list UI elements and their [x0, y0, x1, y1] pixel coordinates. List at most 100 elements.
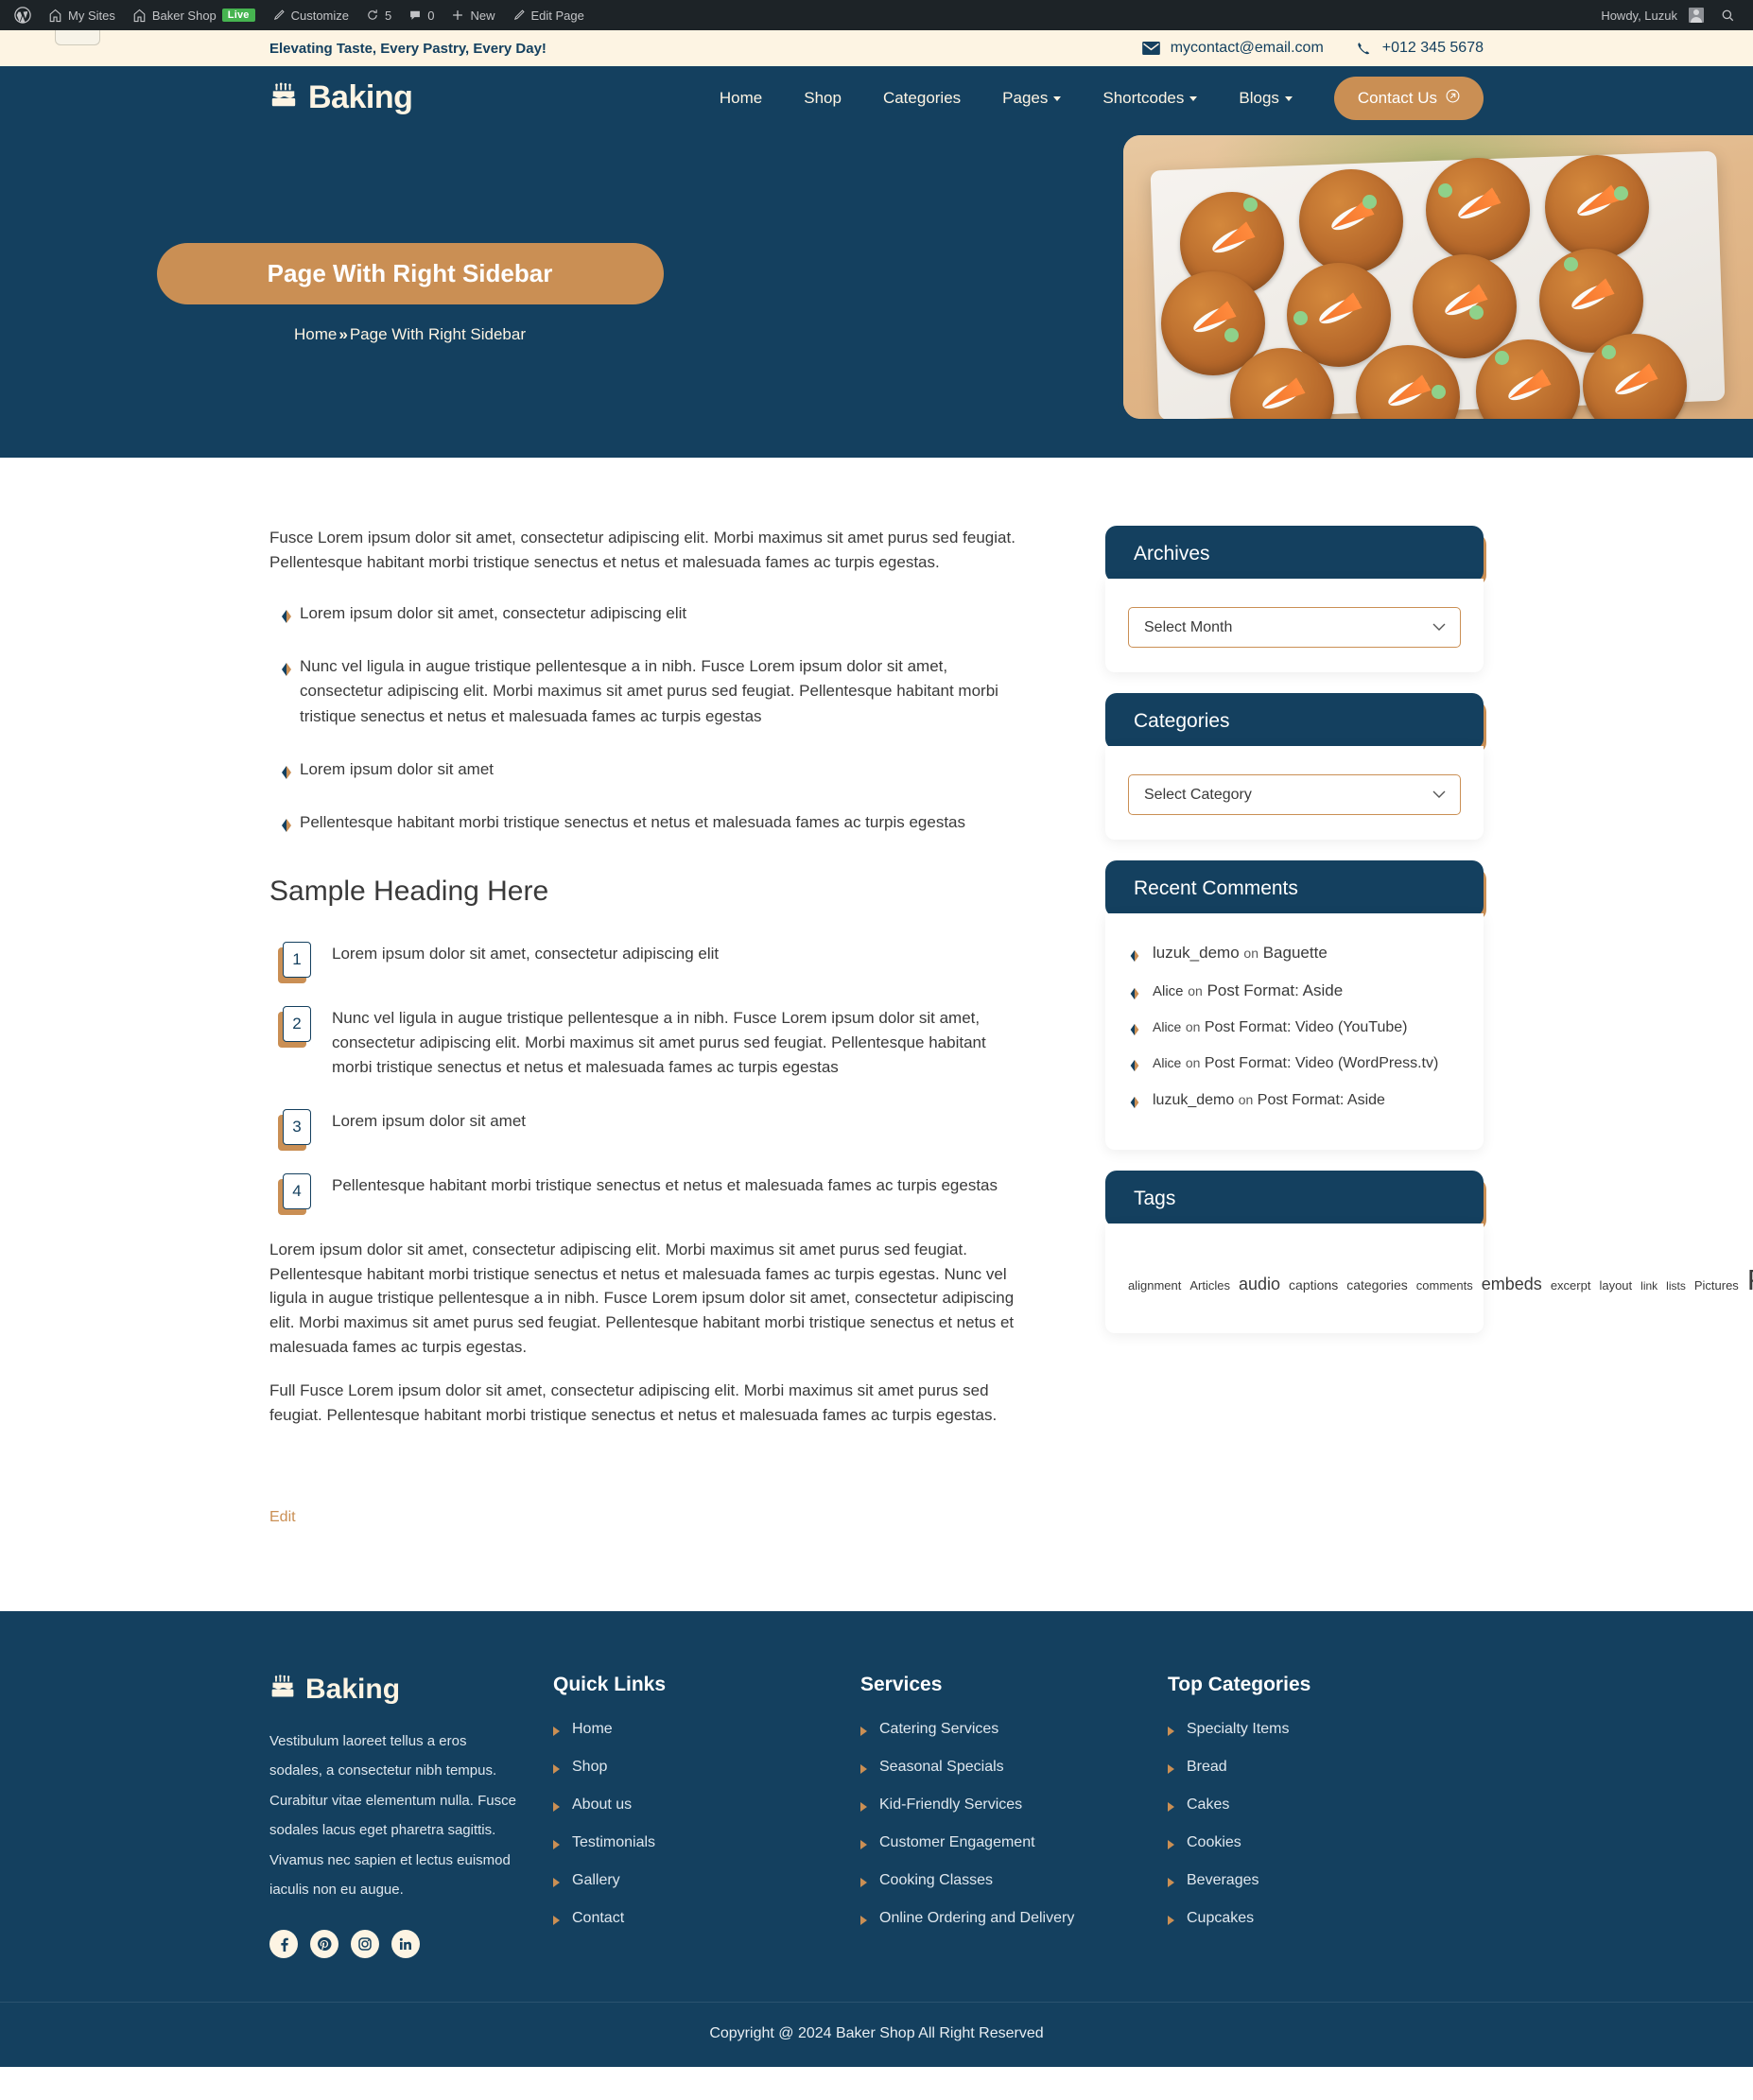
footer-link[interactable]: Cakes [1187, 1796, 1229, 1813]
categories-select[interactable]: Select Category [1128, 774, 1461, 815]
widget-archives: Archives Select Month [1105, 526, 1486, 672]
tag-link[interactable]: link [1640, 1279, 1658, 1293]
tag-link[interactable]: Pictures [1694, 1278, 1739, 1293]
footer-column-title: Top Categories [1168, 1673, 1311, 1695]
pinterest-icon[interactable] [310, 1929, 338, 1958]
list-item: Nunc vel ligula in augue tristique pelle… [269, 654, 1022, 729]
nav-item-categories[interactable]: Categories [862, 89, 981, 108]
contact-us-button[interactable]: Contact Us [1333, 76, 1484, 120]
nav-item-shop[interactable]: Shop [783, 89, 862, 108]
contact-email[interactable]: mycontact@email.com [1141, 40, 1324, 57]
admin-bar-howdy[interactable]: Howdy, Luzuk [1592, 0, 1712, 30]
comment-author[interactable]: luzuk_demo [1153, 944, 1240, 962]
tag-link[interactable]: Articles [1189, 1278, 1230, 1293]
admin-bar-customize[interactable]: Customize [264, 0, 357, 30]
numbered-item: 3 Lorem ipsum dolor sit amet [283, 1108, 1022, 1145]
footer-link[interactable]: Contact [572, 1910, 624, 1926]
update-icon [366, 9, 379, 22]
admin-bar-updates-count: 5 [385, 8, 392, 23]
email-icon [1141, 42, 1160, 55]
tag-link[interactable]: embeds [1482, 1275, 1542, 1293]
linkedin-icon[interactable] [391, 1929, 420, 1958]
comment-post-title[interactable]: Post Format: Video (WordPress.tv) [1205, 1055, 1438, 1071]
comment-author[interactable]: luzuk_demo [1153, 1092, 1234, 1108]
pencil-icon [272, 9, 286, 22]
footer-link[interactable]: Customer Engagement [879, 1834, 1035, 1850]
tag-link[interactable]: captions [1289, 1277, 1338, 1293]
wp-admin-bar: My Sites Baker Shop Live Customize 5 0 N… [0, 0, 1753, 45]
footer-column-quick-links: Quick Links Home Shop About us Testimoni… [553, 1674, 860, 1958]
admin-bar-my-sites[interactable]: My Sites [40, 0, 124, 30]
section-heading: Sample Heading Here [269, 875, 549, 907]
footer-link[interactable]: Cooking Classes [879, 1872, 993, 1888]
comment-post-title[interactable]: Post Format: Aside [1207, 981, 1344, 999]
footer-link[interactable]: Beverages [1187, 1872, 1259, 1888]
footer-link[interactable]: Kid-Friendly Services [879, 1796, 1022, 1813]
comment-post-title[interactable]: Baguette [1263, 944, 1328, 962]
triangle-right-icon [860, 1915, 867, 1925]
admin-bar-search[interactable] [1712, 0, 1744, 30]
footer-column-title: Services [860, 1673, 943, 1695]
leaf-bullet-icon [279, 763, 294, 780]
list-item-text: Pellentesque habitant morbi tristique se… [300, 813, 966, 832]
admin-bar-new[interactable]: New [443, 0, 503, 30]
hero-banner: Page With Right Sidebar Home » Page With… [0, 130, 1753, 458]
footer-link[interactable]: About us [572, 1796, 632, 1813]
footer-link[interactable]: Catering Services [879, 1721, 998, 1737]
tag-link[interactable]: alignment [1128, 1278, 1181, 1293]
footer-link[interactable]: Online Ordering and Delivery [879, 1910, 1074, 1926]
nav-item-blogs[interactable]: Blogs [1218, 89, 1313, 108]
leaf-bullet-icon [1128, 946, 1141, 963]
list-item: Specialty Items [1168, 1721, 1414, 1738]
main-navigation: Home Shop Categories Pages Shortcodes Bl… [699, 76, 1484, 120]
archives-month-select[interactable]: Select Month [1128, 607, 1461, 648]
admin-bar-updates[interactable]: 5 [357, 0, 400, 30]
breadcrumb-home[interactable]: Home [294, 325, 337, 344]
numbered-item-text: Lorem ipsum dolor sit amet [332, 1111, 527, 1130]
site-footer: Baking Vestibulum laoreet tellus a eros … [0, 1610, 1753, 2002]
footer-link[interactable]: Cupcakes [1187, 1910, 1254, 1926]
nav-item-home-label: Home [719, 88, 763, 107]
tag-link[interactable]: comments [1416, 1278, 1473, 1293]
nav-item-pages[interactable]: Pages [981, 89, 1082, 108]
edit-link[interactable]: Edit [269, 1509, 296, 1526]
admin-bar-comments[interactable]: 0 [400, 0, 443, 30]
contact-group: mycontact@email.com +012 345 5678 [1141, 40, 1484, 57]
list-item-text: Lorem ipsum dolor sit amet [300, 760, 495, 779]
comment-author[interactable]: Alice [1153, 983, 1184, 999]
footer-logo[interactable]: Baking [269, 1674, 521, 1706]
facebook-icon[interactable] [269, 1929, 298, 1958]
site-tagline: Elevating Taste, Every Pastry, Every Day… [269, 40, 547, 57]
admin-bar-wordpress-logo[interactable] [6, 0, 40, 30]
contact-phone[interactable]: +012 345 5678 [1356, 40, 1484, 57]
tag-link[interactable]: lists [1666, 1279, 1686, 1293]
list-item: Alice on Post Format: Aside [1128, 980, 1461, 1003]
footer-link[interactable]: Home [572, 1721, 613, 1737]
tag-link[interactable]: excerpt [1551, 1278, 1591, 1293]
admin-bar-edit-page[interactable]: Edit Page [504, 0, 593, 30]
footer-link[interactable]: Seasonal Specials [879, 1759, 1004, 1775]
tag-link[interactable]: Post Formats [1747, 1263, 1753, 1296]
tag-link[interactable]: layout [1599, 1278, 1632, 1293]
instagram-icon[interactable] [351, 1929, 379, 1958]
tag-link[interactable]: categories [1346, 1277, 1408, 1293]
nav-item-home[interactable]: Home [699, 89, 783, 108]
leaf-bullet-icon [1128, 1094, 1141, 1108]
comment-author[interactable]: Alice [1153, 1019, 1181, 1034]
site-logo[interactable]: Baking [269, 79, 413, 116]
footer-link[interactable]: Bread [1187, 1759, 1227, 1775]
admin-bar-site-name[interactable]: Baker Shop Live [124, 0, 264, 30]
admin-bar-comments-count: 0 [427, 8, 435, 23]
footer-link[interactable]: Shop [572, 1759, 607, 1775]
admin-bar-right-group: Howdy, Luzuk [1592, 0, 1744, 30]
list-item: Cookies [1168, 1834, 1414, 1851]
comment-author[interactable]: Alice [1153, 1055, 1181, 1070]
tag-link[interactable]: audio [1239, 1275, 1280, 1293]
footer-link[interactable]: Cookies [1187, 1834, 1241, 1850]
footer-link[interactable]: Specialty Items [1187, 1721, 1289, 1737]
nav-item-shortcodes[interactable]: Shortcodes [1082, 89, 1218, 108]
comment-post-title[interactable]: Post Format: Aside [1258, 1092, 1385, 1108]
comment-post-title[interactable]: Post Format: Video (YouTube) [1205, 1019, 1408, 1035]
footer-link[interactable]: Gallery [572, 1872, 620, 1888]
footer-link[interactable]: Testimonials [572, 1834, 655, 1850]
